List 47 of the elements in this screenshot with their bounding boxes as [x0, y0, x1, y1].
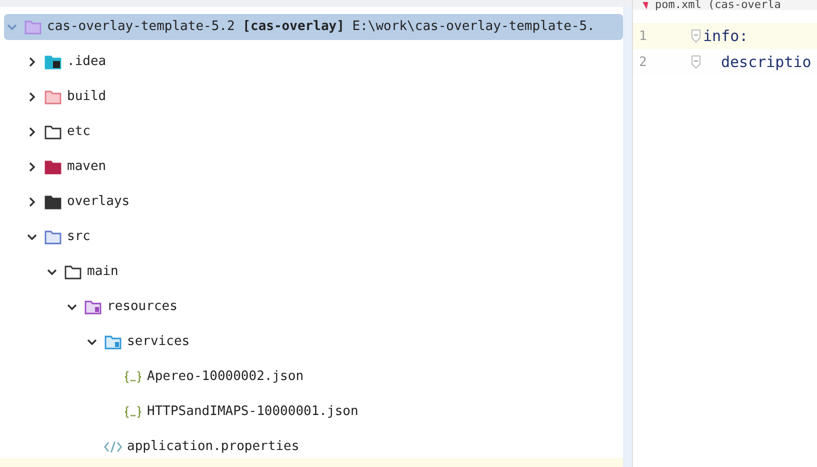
file-name: resources [107, 299, 178, 314]
code-icon [104, 438, 122, 454]
tree-item[interactable]: overlays [26, 188, 138, 214]
braces-icon [124, 368, 142, 384]
tree-item[interactable]: resources [66, 294, 186, 320]
file-name: etc [67, 124, 90, 139]
folder-icon [104, 334, 122, 350]
folder-icon [64, 264, 82, 280]
code-text: descriptio [720, 53, 812, 71]
line-number: 2 [638, 54, 648, 70]
file-name: cas-overlay-template-5.2 [cas-overlay] E:\work\cas-overlay-template-5. [47, 19, 595, 34]
tree-item[interactable]: src [26, 224, 98, 250]
folder-icon [24, 18, 42, 34]
tree-item[interactable]: etc [26, 118, 98, 144]
file-name: maven [67, 159, 106, 174]
line-number: 1 [638, 28, 648, 44]
tree-item[interactable]: .idea [26, 48, 114, 74]
folder-icon [44, 88, 62, 104]
folder-icon [84, 298, 102, 314]
tree-item[interactable]: main [46, 258, 126, 284]
tree-item[interactable]: HTTPSandIMAPS-10000001.json [106, 398, 366, 424]
tree-item[interactable]: build [26, 84, 114, 110]
file-name: .idea [67, 54, 106, 69]
file-name: main [87, 264, 118, 279]
file-name: build [67, 89, 106, 104]
code-text: info: [703, 27, 748, 45]
tree-item[interactable]: services [86, 328, 198, 354]
file-icon [641, 2, 649, 10]
folder-icon [44, 158, 62, 174]
tree-item[interactable]: application.properties [86, 434, 308, 460]
folder-icon [44, 228, 62, 244]
file-name: overlays [67, 194, 130, 209]
file-name: src [67, 229, 90, 244]
tree-item[interactable]: maven [26, 154, 114, 180]
folder-icon [44, 54, 62, 70]
fold-icon[interactable] [691, 29, 701, 43]
file-name: HTTPSandIMAPS-10000001.json [147, 404, 358, 419]
braces-icon [124, 404, 142, 420]
folder-icon [44, 124, 62, 140]
tree-item[interactable]: Apereo-10000002.json [106, 364, 312, 390]
tree-item[interactable]: cas-overlay-template-5.2 [cas-overlay] E:\work\cas-overlay-template-5. [4, 14, 623, 40]
fold-icon[interactable] [691, 55, 701, 69]
folder-icon [44, 194, 62, 210]
scrollbar[interactable] [623, 7, 632, 467]
file-name: Apereo-10000002.json [147, 369, 304, 384]
file-name: services [127, 334, 190, 349]
file-name: application.properties [127, 439, 300, 454]
